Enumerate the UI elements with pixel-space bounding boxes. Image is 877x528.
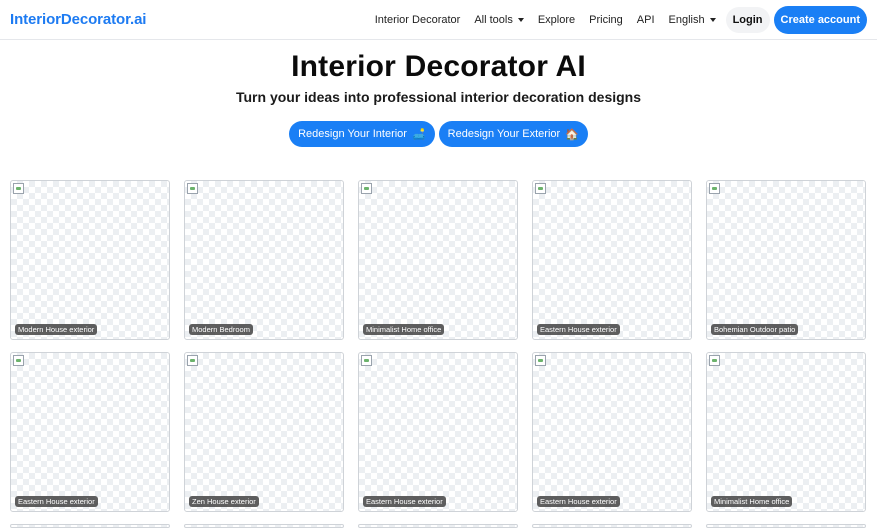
gallery-card[interactable]: Minimalist Home office (706, 352, 866, 512)
caret-down-icon (517, 18, 524, 22)
caret-down-icon (709, 18, 716, 22)
login-button[interactable]: Login (725, 7, 770, 33)
nav-link-all-tools[interactable]: All tools (474, 14, 524, 26)
nav-link-explore[interactable]: Explore (538, 14, 575, 26)
style-tag: Bohemian Outdoor patio (711, 324, 799, 335)
cta-label: Redesign Your Exterior (447, 128, 561, 140)
nav-link-label: Interior Decorator (374, 14, 461, 26)
style-tag: Minimalist Home office (363, 324, 445, 335)
nav-link-label: Explore (537, 14, 576, 26)
style-tag: Eastern House exterior (537, 496, 620, 507)
create-account-button[interactable]: Create account (773, 6, 867, 34)
nav-link-label: All tools (474, 14, 513, 26)
style-tag: Modern Bedroom (189, 324, 253, 335)
gallery-card[interactable] (532, 524, 692, 528)
broken-image-icon (535, 355, 546, 366)
house-icon: 🏠 (565, 128, 579, 141)
page-subtitle: Turn your ideas into professional interi… (235, 89, 642, 105)
broken-image-icon (709, 183, 720, 194)
broken-image-icon (361, 183, 372, 194)
style-tag: Minimalist Home office (711, 496, 793, 507)
style-tag: Eastern House exterior (537, 324, 620, 335)
nav-link-api[interactable]: API (637, 14, 655, 26)
broken-image-icon (361, 355, 372, 366)
broken-image-icon (13, 183, 24, 194)
page-title: Interior Decorator AI (291, 50, 586, 83)
language-selector[interactable]: English (669, 14, 716, 26)
cta-label: Redesign Your Interior (298, 128, 407, 140)
cta-row: Redesign Your Interior 🛋️ Redesign Your … (0, 121, 877, 147)
broken-image-icon (709, 355, 720, 366)
language-label: English (668, 14, 705, 26)
gallery-card[interactable]: Modern House exterior (10, 180, 170, 340)
gallery-card[interactable]: Eastern House exterior (10, 352, 170, 512)
gallery-card[interactable] (358, 524, 518, 528)
style-tag: Modern House exterior (15, 324, 98, 335)
broken-image-icon (187, 183, 198, 194)
nav-links: Interior Decorator All tools Explore Pri… (361, 6, 867, 34)
nav-link-label: API (636, 14, 655, 26)
redesign-exterior-button[interactable]: Redesign Your Exterior 🏠 (438, 121, 588, 147)
gallery-card[interactable]: Zen House exterior (184, 352, 344, 512)
broken-image-icon (535, 183, 546, 194)
nav-link-pricing[interactable]: Pricing (589, 14, 623, 26)
top-navbar: InteriorDecorator.ai Interior Decorator … (0, 0, 877, 40)
gallery-card[interactable]: Bohemian Outdoor patio (706, 180, 866, 340)
gallery-card[interactable] (184, 524, 344, 528)
broken-image-icon (187, 355, 198, 366)
style-tag: Zen House exterior (189, 496, 259, 507)
gallery-card[interactable]: Eastern House exterior (532, 352, 692, 512)
nav-link-interior-decorator[interactable]: Interior Decorator (375, 14, 461, 26)
gallery-card[interactable]: Eastern House exterior (358, 352, 518, 512)
nav-link-label: Pricing (589, 14, 623, 26)
gallery-card[interactable]: Modern Bedroom (184, 180, 344, 340)
gallery-card[interactable]: Minimalist Home office (358, 180, 518, 340)
gallery-card[interactable]: Eastern House exterior (532, 180, 692, 340)
style-tag: Eastern House exterior (15, 496, 98, 507)
gallery-card[interactable] (706, 524, 866, 528)
couch-icon: 🛋️ (411, 128, 426, 141)
brand-logo[interactable]: InteriorDecorator.ai (10, 11, 146, 28)
gallery-card[interactable] (10, 524, 170, 528)
broken-image-icon (13, 355, 24, 366)
style-tag: Eastern House exterior (363, 496, 446, 507)
redesign-interior-button[interactable]: Redesign Your Interior 🛋️ (289, 121, 435, 147)
